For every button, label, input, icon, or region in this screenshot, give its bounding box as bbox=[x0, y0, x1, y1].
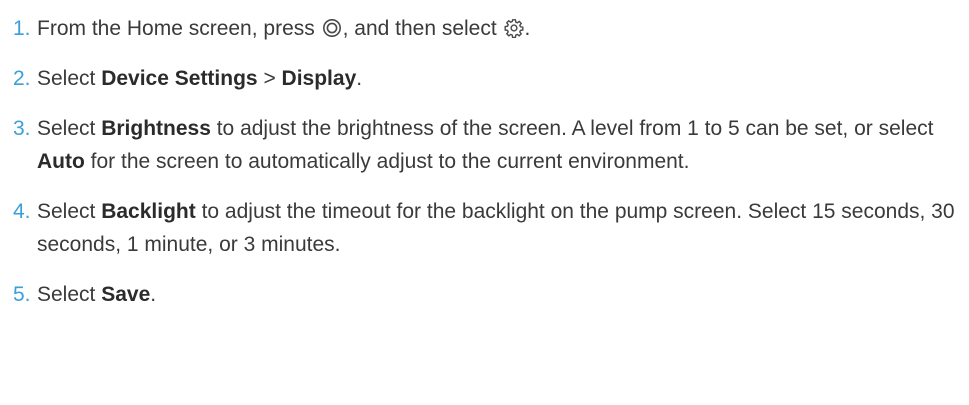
step-number: 3. bbox=[13, 117, 31, 140]
step-1: 1. From the Home screen, press , and the… bbox=[13, 12, 963, 45]
step-text-segment: Select bbox=[37, 67, 102, 90]
menu-item-backlight: Backlight bbox=[101, 200, 196, 223]
step-text-segment: for the screen to automatically adjust t… bbox=[84, 150, 690, 173]
option-auto: Auto bbox=[37, 150, 85, 173]
step-text-segment: . bbox=[150, 283, 157, 306]
step-text: Select Device Settings > Display. bbox=[37, 62, 963, 95]
step-5: 5. Select Save. bbox=[13, 278, 963, 311]
menu-item-device-settings: Device Settings bbox=[101, 67, 258, 90]
step-text-segment: Select bbox=[37, 117, 102, 140]
step-text-segment: . bbox=[356, 67, 363, 90]
menu-item-display: Display bbox=[281, 67, 357, 90]
step-text-segment: , and then select bbox=[342, 17, 503, 40]
step-text-segment: > bbox=[257, 67, 282, 90]
step-text-segment: Select bbox=[37, 283, 102, 306]
step-text-segment: to adjust the brightness of the screen. … bbox=[210, 117, 934, 140]
step-text: From the Home screen, press , and then s… bbox=[37, 12, 963, 45]
step-text: Select Brightness to adjust the brightne… bbox=[37, 112, 963, 178]
step-number: 5. bbox=[13, 283, 31, 306]
step-text-segment: Select bbox=[37, 200, 102, 223]
instruction-steps: 1. From the Home screen, press , and the… bbox=[13, 12, 963, 311]
menu-item-brightness: Brightness bbox=[101, 117, 211, 140]
button-save: Save bbox=[101, 283, 151, 306]
step-text: Select Backlight to adjust the timeout f… bbox=[37, 195, 963, 261]
step-text: Select Save. bbox=[37, 278, 963, 311]
step-4: 4. Select Backlight to adjust the timeou… bbox=[13, 195, 963, 261]
menu-button-icon bbox=[322, 18, 342, 38]
step-2: 2. Select Device Settings > Display. bbox=[13, 62, 963, 95]
step-3: 3. Select Brightness to adjust the brigh… bbox=[13, 112, 963, 178]
step-number: 1. bbox=[13, 17, 31, 40]
step-text-segment: From the Home screen, press bbox=[37, 17, 321, 40]
step-number: 2. bbox=[13, 67, 31, 90]
step-text-segment: . bbox=[524, 17, 531, 40]
step-number: 4. bbox=[13, 200, 31, 223]
settings-gear-icon bbox=[504, 18, 524, 38]
